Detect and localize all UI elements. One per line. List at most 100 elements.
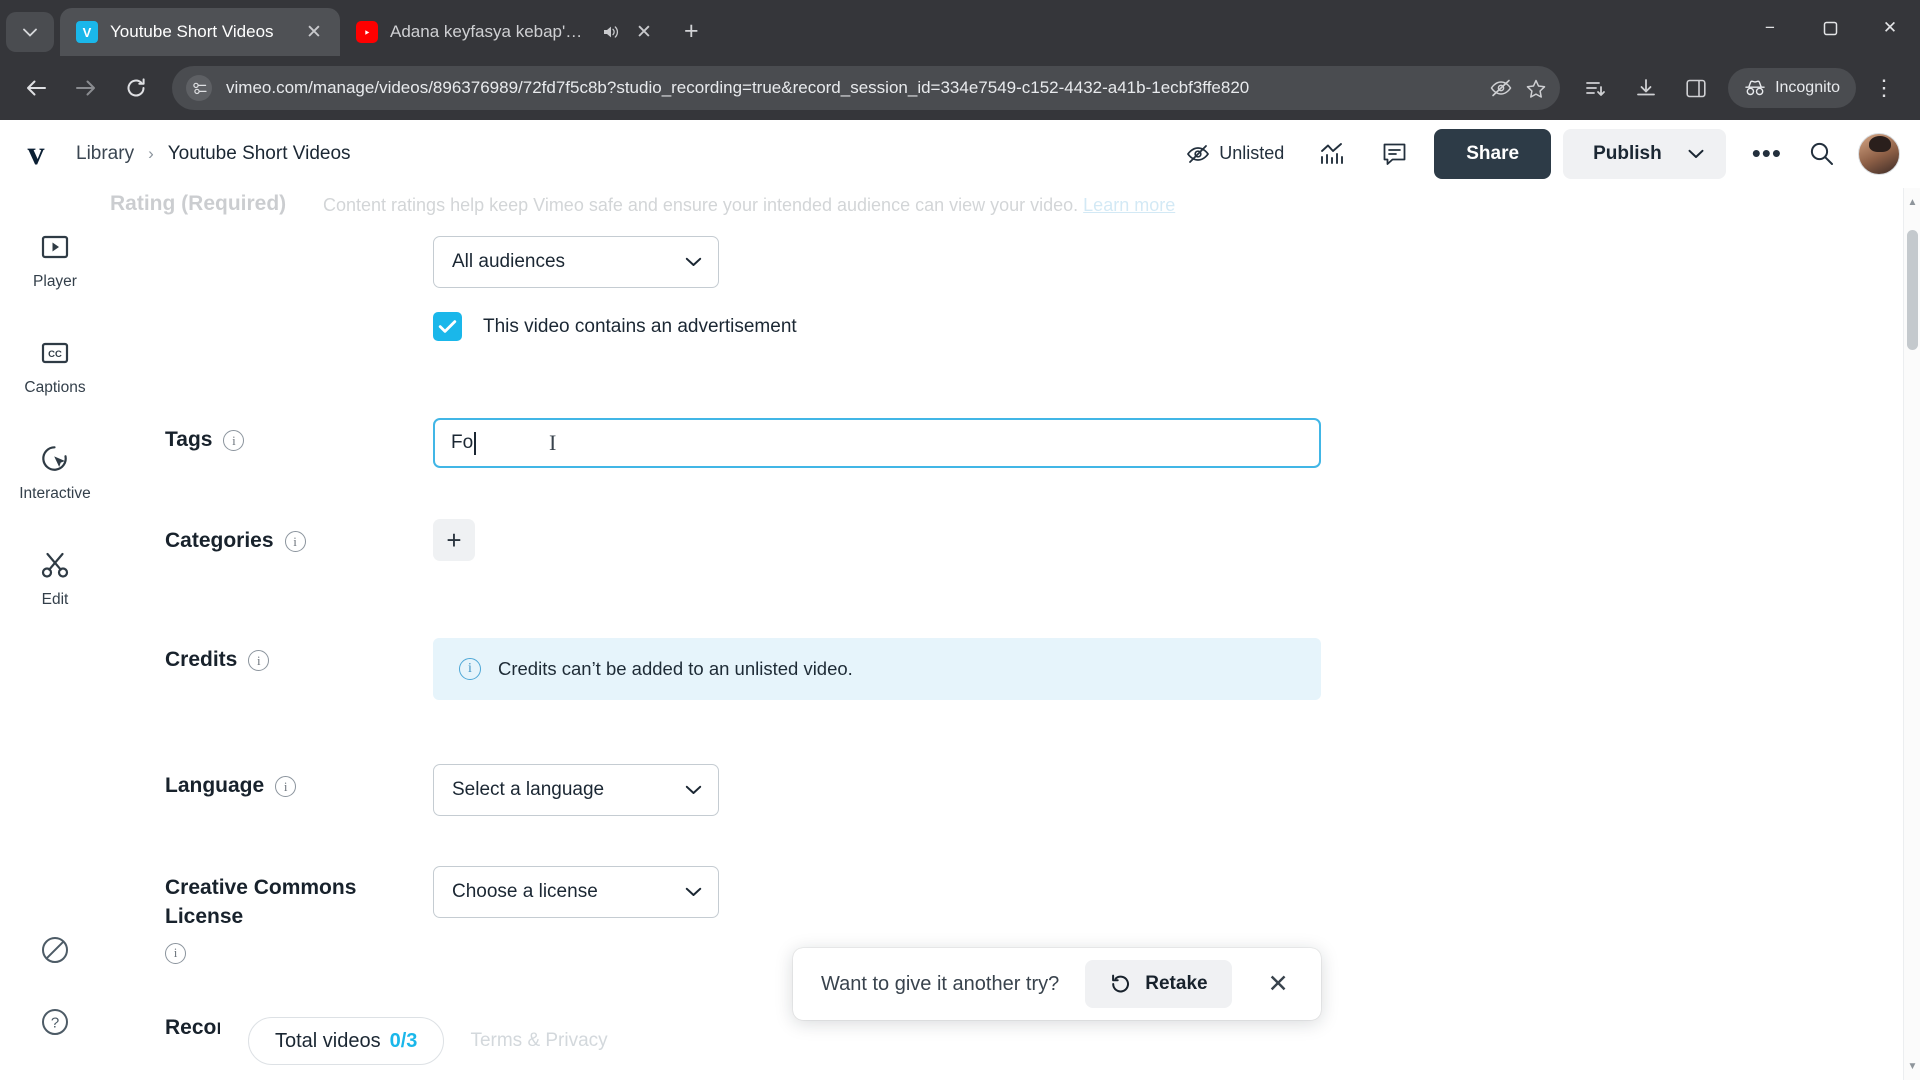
advertisement-checkbox[interactable] [433, 312, 462, 341]
advertisement-row: This video contains an advertisement [165, 312, 1920, 376]
advertisement-checkbox-row[interactable]: This video contains an advertisement [433, 312, 1920, 341]
tab-title: Adana keyfasya kebap'dan [390, 22, 590, 41]
svg-text:CC: CC [48, 349, 62, 360]
sidebar-item-captions[interactable]: CC Captions [12, 336, 98, 397]
share-button[interactable]: Share [1434, 128, 1552, 179]
advertisement-label: This video contains an advertisement [483, 315, 797, 337]
info-icon[interactable]: i [223, 429, 245, 451]
close-icon[interactable]: ✕ [632, 21, 656, 44]
breadcrumb-current: Youtube Short Videos [167, 142, 351, 164]
info-icon[interactable]: i [248, 649, 270, 671]
info-icon[interactable]: i [165, 942, 186, 964]
credits-notice: i Credits can’t be added to an unlisted … [433, 638, 1321, 700]
rating-select[interactable]: All audiences [433, 236, 719, 288]
text-caret [474, 431, 476, 455]
rating-help-clipped: Content ratings help keep Vimeo safe and… [323, 195, 1176, 215]
license-value: Choose a license [452, 881, 598, 902]
publish-button[interactable]: Publish [1563, 128, 1726, 179]
chevron-down-icon [685, 887, 702, 896]
star-icon[interactable] [1526, 79, 1546, 98]
sidebar-bottom: ? [39, 934, 71, 1038]
scrollbar-thumb[interactable] [1907, 230, 1918, 350]
side-panel-icon[interactable] [1674, 66, 1718, 110]
breadcrumb-library[interactable]: Library [76, 143, 134, 165]
learn-more-link[interactable]: Learn more [1083, 195, 1175, 215]
close-window-button[interactable]: ✕ [1860, 0, 1920, 56]
incognito-indicator[interactable]: Incognito [1728, 68, 1856, 108]
scissors-icon [40, 548, 70, 582]
credits-row: Credits i i Credits can’t be added to an… [165, 638, 1920, 702]
avatar[interactable] [1858, 132, 1900, 175]
sidebar-item-player[interactable]: Player [12, 230, 98, 291]
vimeo-favicon: V [76, 21, 98, 43]
privacy-status[interactable]: Unlisted [1186, 143, 1284, 164]
forward-button[interactable] [64, 66, 108, 110]
tab-title: Youtube Short Videos [110, 22, 274, 41]
language-value: Select a language [452, 779, 605, 800]
browser-menu-button[interactable]: ⋮ [1862, 66, 1906, 110]
privacy-label: Unlisted [1219, 143, 1285, 163]
tags-row: Tags i Fo I [165, 418, 1920, 482]
info-icon[interactable]: i [284, 530, 306, 552]
help-icon[interactable]: ? [39, 1006, 71, 1038]
comment-icon[interactable] [1372, 132, 1416, 176]
sidebar-item-label: Captions [24, 379, 86, 396]
tab-strip: V Youtube Short Videos ✕ Adana keyfasya … [0, 0, 1920, 56]
terms-privacy-link[interactable]: Terms & Privacy [470, 1030, 607, 1052]
credits-notice-text: Credits can’t be added to an unlisted vi… [498, 658, 853, 679]
back-button[interactable] [14, 66, 58, 110]
browser-window: V Youtube Short Videos ✕ Adana keyfasya … [0, 0, 1920, 1080]
tab-search-button[interactable] [6, 12, 54, 52]
info-icon: i [459, 658, 481, 680]
credits-label-group: Credits i [165, 646, 433, 675]
reading-list-icon[interactable] [1574, 66, 1618, 110]
license-select[interactable]: Choose a license [433, 866, 719, 918]
vertical-scrollbar[interactable]: ▲ ▼ [1903, 188, 1920, 1080]
categories-label-group: Categories i [165, 527, 433, 556]
analytics-icon[interactable] [1310, 132, 1354, 176]
sidebar-item-edit[interactable]: Edit [12, 548, 98, 609]
minimize-button[interactable]: − [1740, 0, 1800, 56]
window-controls: − ✕ [1740, 0, 1920, 56]
info-icon[interactable]: i [275, 775, 297, 797]
search-icon[interactable] [1798, 141, 1844, 166]
toast-message: Want to give it another try? [821, 972, 1060, 995]
close-icon[interactable]: ✕ [1258, 969, 1299, 999]
categories-label: Categories [165, 529, 274, 552]
tags-input[interactable]: Fo I [433, 418, 1321, 468]
sidebar-item-label: Edit [41, 591, 69, 608]
app-body: Player CC Captions Interactive Edit ? Ra… [0, 188, 1920, 1080]
player-icon [40, 230, 70, 264]
downloads-icon[interactable] [1624, 66, 1668, 110]
browser-tab-youtube-short-videos[interactable]: V Youtube Short Videos ✕ [60, 8, 340, 56]
maximize-button[interactable] [1800, 0, 1860, 56]
breadcrumb-separator: › [148, 143, 154, 163]
scrolled-partial-row: Rating (Required) Content ratings help k… [110, 188, 1920, 216]
close-icon[interactable]: ✕ [302, 21, 326, 44]
rating-label-clipped: Rating (Required) [110, 192, 287, 215]
accessibility-icon[interactable] [39, 934, 71, 966]
publish-label: Publish [1593, 142, 1662, 164]
browser-tab-adana-keyfasya[interactable]: Adana keyfasya kebap'dan ✕ [340, 8, 670, 56]
eye-off-icon [1187, 144, 1210, 163]
eye-off-icon[interactable] [1490, 79, 1512, 97]
reload-button[interactable] [114, 66, 158, 110]
credits-label: Credits [165, 648, 238, 671]
vimeo-logo[interactable]: v [14, 132, 58, 176]
undo-icon [1112, 974, 1130, 993]
scroll-up-arrow[interactable]: ▲ [1904, 192, 1920, 212]
new-tab-button[interactable]: + [684, 17, 699, 46]
retake-button[interactable]: Retake [1085, 960, 1232, 1008]
retake-label: Retake [1145, 973, 1208, 994]
sidebar-item-label: Player [33, 273, 77, 290]
app-header: v Library › Youtube Short Videos Unliste… [0, 120, 1920, 188]
more-options-button[interactable]: ••• [1736, 138, 1798, 169]
speaker-icon[interactable] [602, 24, 620, 40]
scroll-down-arrow[interactable]: ▼ [1904, 1056, 1920, 1076]
language-select[interactable]: Select a language [433, 764, 719, 816]
license-label: Creative Commons License [165, 876, 357, 928]
site-settings-icon[interactable] [186, 75, 212, 101]
sidebar-item-interactive[interactable]: Interactive [12, 442, 98, 503]
add-category-button[interactable]: + [433, 519, 475, 561]
address-bar[interactable]: vimeo.com/manage/videos/896376989/72fd7f… [172, 66, 1561, 110]
